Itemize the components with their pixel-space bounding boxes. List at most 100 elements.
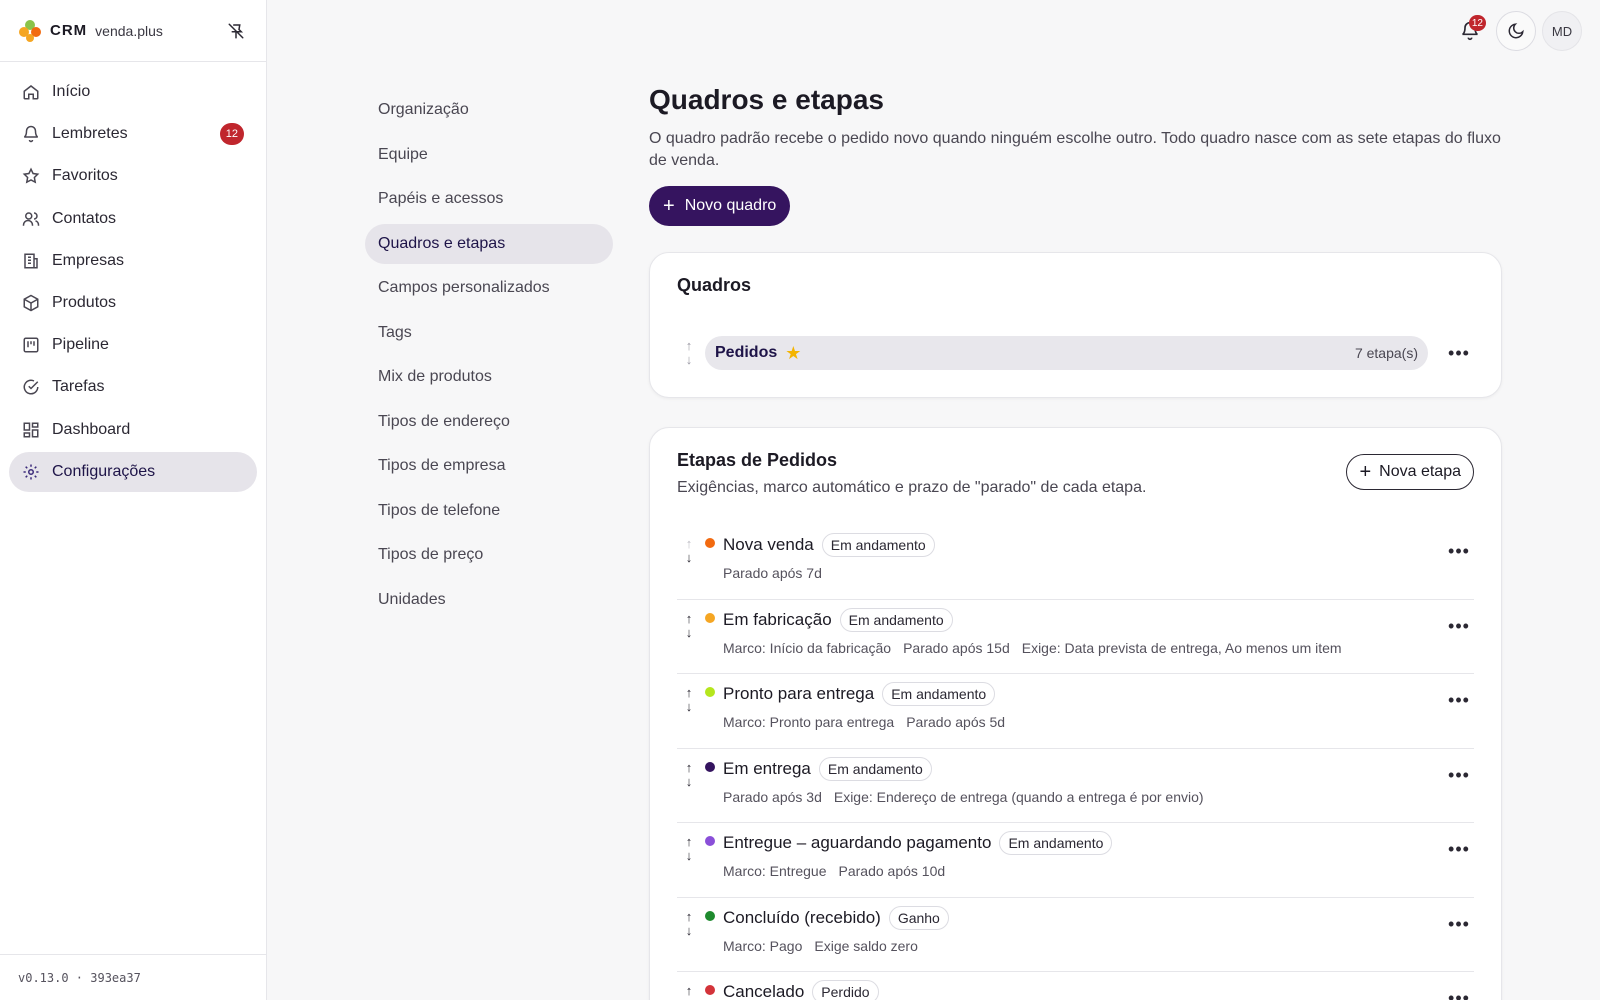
stage-color-dot [705, 836, 715, 846]
theme-toggle-button[interactable] [1496, 11, 1536, 51]
more-options-icon[interactable]: ••• [1444, 690, 1474, 711]
nav-item-contatos[interactable]: Contatos [9, 199, 257, 239]
nav-item-empresas[interactable]: Empresas [9, 241, 257, 281]
board-stage-count: 7 etapa(s) [1354, 345, 1418, 361]
stage-meta-item: Parado após 7d [723, 565, 822, 581]
building-icon [22, 252, 40, 270]
more-options-icon[interactable]: ••• [1444, 765, 1474, 786]
nav-item-label: Início [52, 83, 91, 100]
move-up-icon[interactable]: ↑ [686, 984, 693, 998]
stage-meta-item: Exige saldo zero [814, 937, 918, 954]
gear-icon [22, 463, 40, 481]
nav-item-favoritos[interactable]: Favoritos [9, 156, 257, 196]
stage-status-chip: Ganho [888, 905, 949, 930]
move-down-icon[interactable]: ↓ [686, 849, 693, 863]
stage-name: Nova venda [723, 535, 814, 554]
star-icon [22, 167, 40, 185]
move-up-icon[interactable]: ↑ [686, 760, 693, 775]
stage-color-dot [705, 910, 715, 921]
settings-item-campos[interactable]: Campos personalizados [365, 268, 613, 308]
reorder-arrows: ↑ ↓ [677, 686, 701, 714]
stage-meta: Marco: Pago Exige saldo zero [723, 938, 1474, 954]
settings-item-equipe[interactable]: Equipe [365, 135, 613, 175]
user-avatar[interactable]: MD [1542, 11, 1582, 51]
stage-name: Cancelado [723, 982, 805, 1000]
nav-item-lembretes[interactable]: Lembretes 12 [9, 114, 257, 154]
users-icon [22, 210, 40, 228]
settings-item-quadros[interactable]: Quadros e etapas [365, 223, 613, 264]
settings-item-tipos-telefone[interactable]: Tipos de telefone [365, 491, 613, 531]
more-options-icon[interactable]: ••• [1444, 988, 1474, 1000]
stage-row: ↑ ↓ Pronto para entrega Em andamento Marco: … [677, 674, 1474, 749]
stage-body: Nova venda Em andamento Parado após 7d [723, 533, 1474, 581]
nav-item-pipeline[interactable]: Pipeline [9, 325, 257, 365]
nav-item-inicio[interactable]: Início [9, 72, 257, 112]
settings-item-mix[interactable]: Mix de produtos [365, 357, 613, 397]
move-up-icon[interactable]: ↑ [686, 686, 693, 700]
reorder-arrows: ↑ ↓ [677, 537, 701, 565]
stage-meta-item: Marco: Pronto para entrega [723, 714, 895, 730]
settings-item-tipos-preco[interactable]: Tipos de preço [365, 535, 613, 575]
settings-item-papeis[interactable]: Papéis e acessos [365, 179, 613, 219]
move-down-icon[interactable]: ↓ [686, 353, 693, 367]
stage-meta-item: Parado após 15d [903, 639, 1010, 656]
stage-status-chip: Em andamento [839, 607, 953, 632]
nav-item-dashboard[interactable]: Dashboard [9, 410, 257, 450]
stage-name: Concluído (recebido) [723, 907, 881, 927]
stage-color-dot [705, 687, 715, 697]
reorder-arrows: ↑ [677, 984, 701, 998]
stage-color-dot [705, 985, 715, 995]
move-up-icon[interactable]: ↑ [686, 835, 693, 849]
reorder-arrows: ↑ ↓ [677, 339, 701, 367]
main-nav: Início Lembretes 12 Favoritos Contatos E… [0, 62, 266, 504]
main-content: Quadros e etapas O quadro padrão recebe … [649, 84, 1502, 1000]
stage-body: Pronto para entrega Em andamento Marco: Pr… [723, 682, 1474, 730]
nav-item-label: Pipeline [52, 336, 109, 354]
unpin-sidebar-button[interactable] [224, 19, 248, 43]
move-up-icon[interactable]: ↑ [686, 339, 693, 353]
stage-meta-item: Parado após 5d [906, 714, 1006, 730]
stage-header: Entregue – aguardando pagamento Em andame… [723, 831, 1474, 855]
more-options-icon[interactable]: ••• [1444, 914, 1474, 935]
move-up-icon[interactable]: ↑ [686, 611, 693, 626]
move-down-icon[interactable]: ↓ [686, 700, 693, 714]
move-down-icon[interactable]: ↓ [686, 625, 693, 640]
default-star-icon: ★ [785, 342, 802, 363]
more-options-icon[interactable]: ••• [1444, 839, 1474, 860]
stage-meta: Marco: Pronto para entrega Parado após 5d [723, 714, 1474, 730]
logo-icon [19, 19, 41, 42]
settings-item-tipos-endereco[interactable]: Tipos de endereço [365, 402, 613, 442]
stage-body: Em entrega Em andamento Parado após 3d Exig… [723, 756, 1474, 805]
nav-item-label: Dashboard [52, 420, 131, 438]
new-stage-button[interactable]: + Nova etapa [1346, 454, 1474, 490]
more-options-icon[interactable]: ••• [1444, 343, 1474, 364]
board-item-pedidos[interactable]: Pedidos ★ 7 etapa(s) [705, 336, 1428, 370]
stage-header: Em entrega Em andamento [723, 756, 1474, 781]
move-down-icon[interactable]: ↓ [686, 774, 693, 789]
move-down-icon[interactable]: ↓ [686, 551, 693, 565]
nav-item-label: Produtos [52, 293, 117, 311]
new-board-button[interactable]: + Novo quadro [649, 186, 791, 226]
move-down-icon[interactable]: ↓ [686, 923, 693, 938]
more-options-icon[interactable]: ••• [1444, 616, 1474, 637]
reorder-arrows: ↑ ↓ [677, 611, 701, 640]
reorder-arrows: ↑ ↓ [677, 835, 701, 863]
stage-row: ↑ ↓ Concluído (recebido) Ganho Marco: Pago Ex… [677, 898, 1474, 972]
nav-item-label: Configurações [52, 462, 156, 480]
nav-item-configuracoes[interactable]: Configurações [9, 451, 257, 492]
stage-row: ↑ ↓ Em entrega Em andamento Parado após 3d Ex… [677, 749, 1474, 823]
nav-item-produtos[interactable]: Produtos [9, 283, 257, 323]
notifications-button[interactable]: 12 [1450, 11, 1490, 51]
stage-name: Em entrega [723, 758, 811, 778]
reorder-arrows: ↑ ↓ [677, 909, 701, 938]
nav-item-tarefas[interactable]: Tarefas [9, 367, 257, 407]
settings-item-organizacao[interactable]: Organização [365, 90, 613, 130]
settings-item-tags[interactable]: Tags [365, 313, 613, 353]
stage-status-chip: Em andamento [999, 831, 1113, 855]
move-up-icon[interactable]: ↑ [686, 909, 693, 924]
settings-item-tipos-empresa[interactable]: Tipos de empresa [365, 446, 613, 486]
settings-item-unidades[interactable]: Unidades [365, 580, 613, 620]
pin-off-icon [228, 23, 244, 38]
more-options-icon[interactable]: ••• [1444, 541, 1474, 562]
brand-name: CRM [50, 22, 88, 39]
